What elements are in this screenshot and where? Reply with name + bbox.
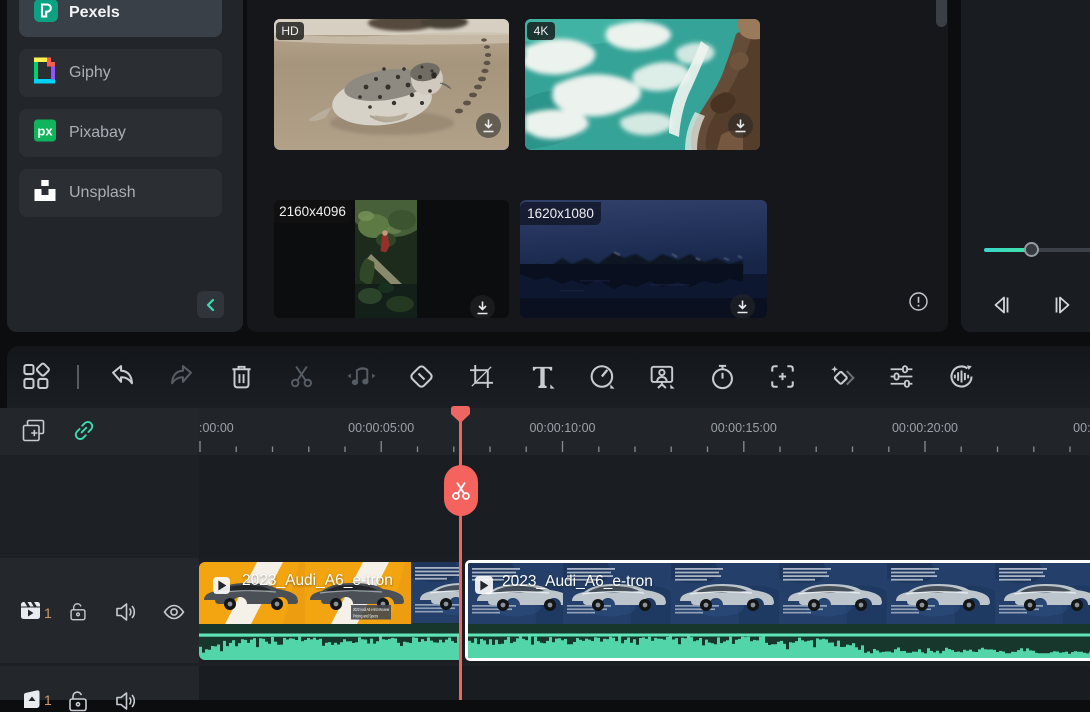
svg-text:2023 Audi A6 e-tron Review: 2023 Audi A6 e-tron Review <box>353 607 389 612</box>
svg-text:Pricing and Specs: Pricing and Specs <box>353 614 378 619</box>
svg-text:px: px <box>37 124 53 139</box>
